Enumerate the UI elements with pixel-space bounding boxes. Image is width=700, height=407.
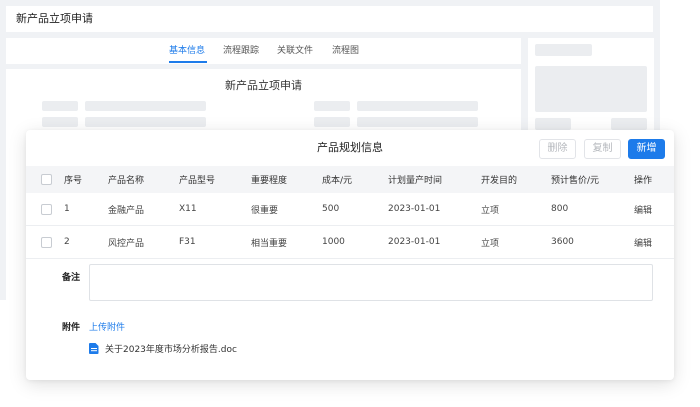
- column-header: 重要程度: [251, 176, 288, 186]
- active-tab-indicator: [169, 61, 207, 63]
- column-header: 序号: [64, 176, 83, 186]
- skeleton-block: [535, 118, 571, 130]
- column-header: 成本/元: [322, 176, 353, 186]
- cell-production-date: 2023-01-01: [388, 237, 441, 247]
- select-all-checkbox[interactable]: [41, 166, 52, 193]
- tab-flowchart[interactable]: 流程图: [332, 38, 359, 64]
- cell-purpose: 立项: [481, 238, 500, 249]
- doc-file-icon: [89, 343, 99, 354]
- column-header: 计划量产时间: [388, 176, 443, 186]
- delete-button[interactable]: 删除: [539, 139, 576, 159]
- tab-bar: 基本信息 流程跟踪 关联文件 流程图: [6, 38, 521, 64]
- attachment-item[interactable]: 关于2023年度市场分析报告.doc: [89, 342, 237, 355]
- upload-attachment-link[interactable]: 上传附件: [89, 320, 125, 333]
- skeleton-field: [85, 101, 206, 111]
- cell-cost: 1000: [322, 237, 345, 247]
- cell-index: 2: [64, 237, 70, 247]
- skeleton-block: [535, 66, 647, 112]
- remark-textarea[interactable]: [89, 264, 653, 301]
- edit-link[interactable]: 编辑: [634, 193, 652, 225]
- skeleton-block: [611, 118, 647, 130]
- cell-product-model: X11: [179, 204, 197, 214]
- skeleton-block: [535, 44, 592, 56]
- dialog-title: 产品规划信息: [317, 141, 383, 154]
- row-checkbox[interactable]: [41, 193, 52, 225]
- skeleton-label: [314, 101, 350, 111]
- table-row: 1 金融产品 X11 很重要 500 2023-01-01 立项 800 编辑: [26, 193, 674, 226]
- cell-production-date: 2023-01-01: [388, 204, 441, 214]
- skeleton-field: [357, 117, 478, 127]
- column-header: 产品名称: [108, 176, 145, 186]
- cell-cost: 500: [322, 204, 340, 214]
- column-header: 开发目的: [481, 176, 518, 186]
- tab-related-files[interactable]: 关联文件: [277, 38, 313, 64]
- skeleton-field: [357, 101, 478, 111]
- cell-importance: 相当重要: [251, 238, 288, 249]
- cell-product-name: 金融产品: [108, 205, 145, 216]
- skeleton-label: [42, 101, 78, 111]
- cell-price: 3600: [551, 237, 574, 247]
- skeleton-label: [42, 117, 78, 127]
- table-row: 2 风控产品 F31 相当重要 1000 2023-01-01 立项 3600 …: [26, 226, 674, 259]
- tab-process-tracking[interactable]: 流程跟踪: [223, 38, 259, 64]
- attachment-filename: 关于2023年度市场分析报告.doc: [105, 345, 237, 355]
- skeleton-label: [314, 117, 350, 127]
- edit-link[interactable]: 编辑: [634, 226, 652, 258]
- cell-product-name: 风控产品: [108, 238, 145, 249]
- cell-importance: 很重要: [251, 205, 279, 216]
- cell-purpose: 立项: [481, 205, 500, 216]
- page-title: 新产品立项申请: [6, 6, 653, 32]
- column-header: 产品型号: [179, 176, 216, 186]
- copy-button[interactable]: 复制: [584, 139, 621, 159]
- cell-product-model: F31: [179, 237, 196, 247]
- product-planning-dialog: 产品规划信息 删除 复制 新增 序号 产品名称 产品型号 重要程度 成本/元 计…: [26, 130, 674, 380]
- cell-index: 1: [64, 204, 70, 214]
- attachment-label: 附件: [62, 323, 81, 333]
- skeleton-field: [85, 117, 206, 127]
- column-header: 操作: [634, 176, 653, 186]
- table-header: 序号 产品名称 产品型号 重要程度 成本/元 计划量产时间 开发目的 预计售价/…: [26, 166, 674, 193]
- cell-price: 800: [551, 204, 569, 214]
- form-title: 新产品立项申请: [225, 79, 302, 92]
- row-checkbox[interactable]: [41, 226, 52, 258]
- add-button[interactable]: 新增: [628, 139, 665, 159]
- column-header: 预计售价/元: [551, 176, 600, 186]
- remark-label: 备注: [62, 273, 81, 283]
